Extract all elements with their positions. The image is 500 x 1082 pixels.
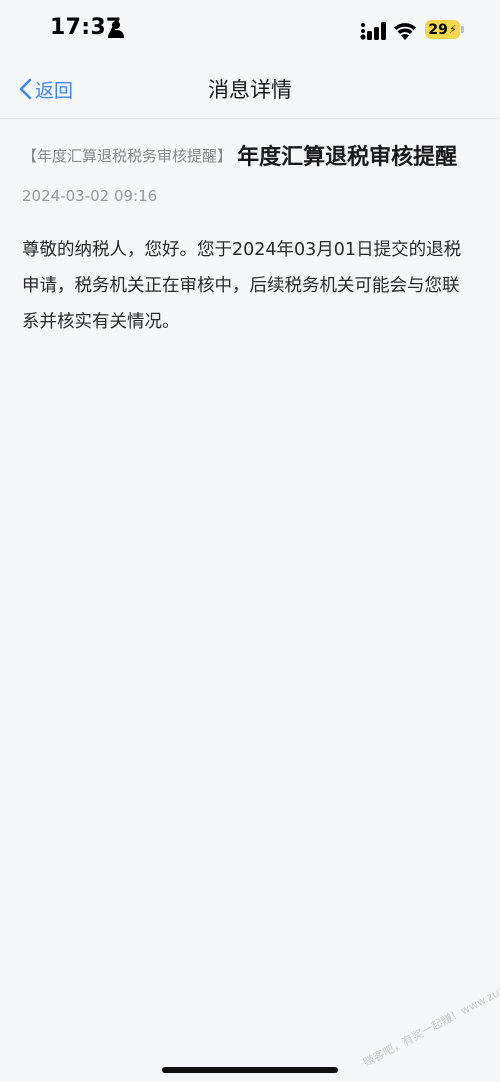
page-title: 消息详情 [208,78,292,102]
message-headline: 【年度汇算退税税务审核提醒】 年度汇算退税审核提醒 [22,140,472,175]
message-title: 年度汇算退税审核提醒 [237,145,458,170]
battery-cap [461,26,464,33]
message-timestamp: 2024-03-02 09:16 [22,187,158,205]
home-indicator[interactable] [162,1067,338,1073]
status-bar: 17:37 29 ⚡ [0,0,500,60]
nav-bar: 返回 消息详情 [0,60,500,118]
person-icon [108,21,124,38]
message-tag: 【年度汇算退税税务审核提醒】 [22,147,233,165]
charging-bolt-icon: ⚡ [448,23,457,36]
battery-icon: 29 ⚡ [425,20,460,39]
message-body: 尊敬的纳税人，您好。您于2024年03月01日提交的退税申请，税务机关正在审核中… [22,240,462,332]
watermark: 赚客吧，有奖一起赚！www.zuanke8.com [361,957,500,1070]
cellular-signal-icon [360,22,386,40]
message-detail: 【年度汇算退税税务审核提醒】 年度汇算退税审核提醒 2024-03-02 09:… [22,140,472,340]
wifi-icon [394,23,416,40]
battery-level: 29 [428,21,448,38]
nav-divider [0,118,500,119]
